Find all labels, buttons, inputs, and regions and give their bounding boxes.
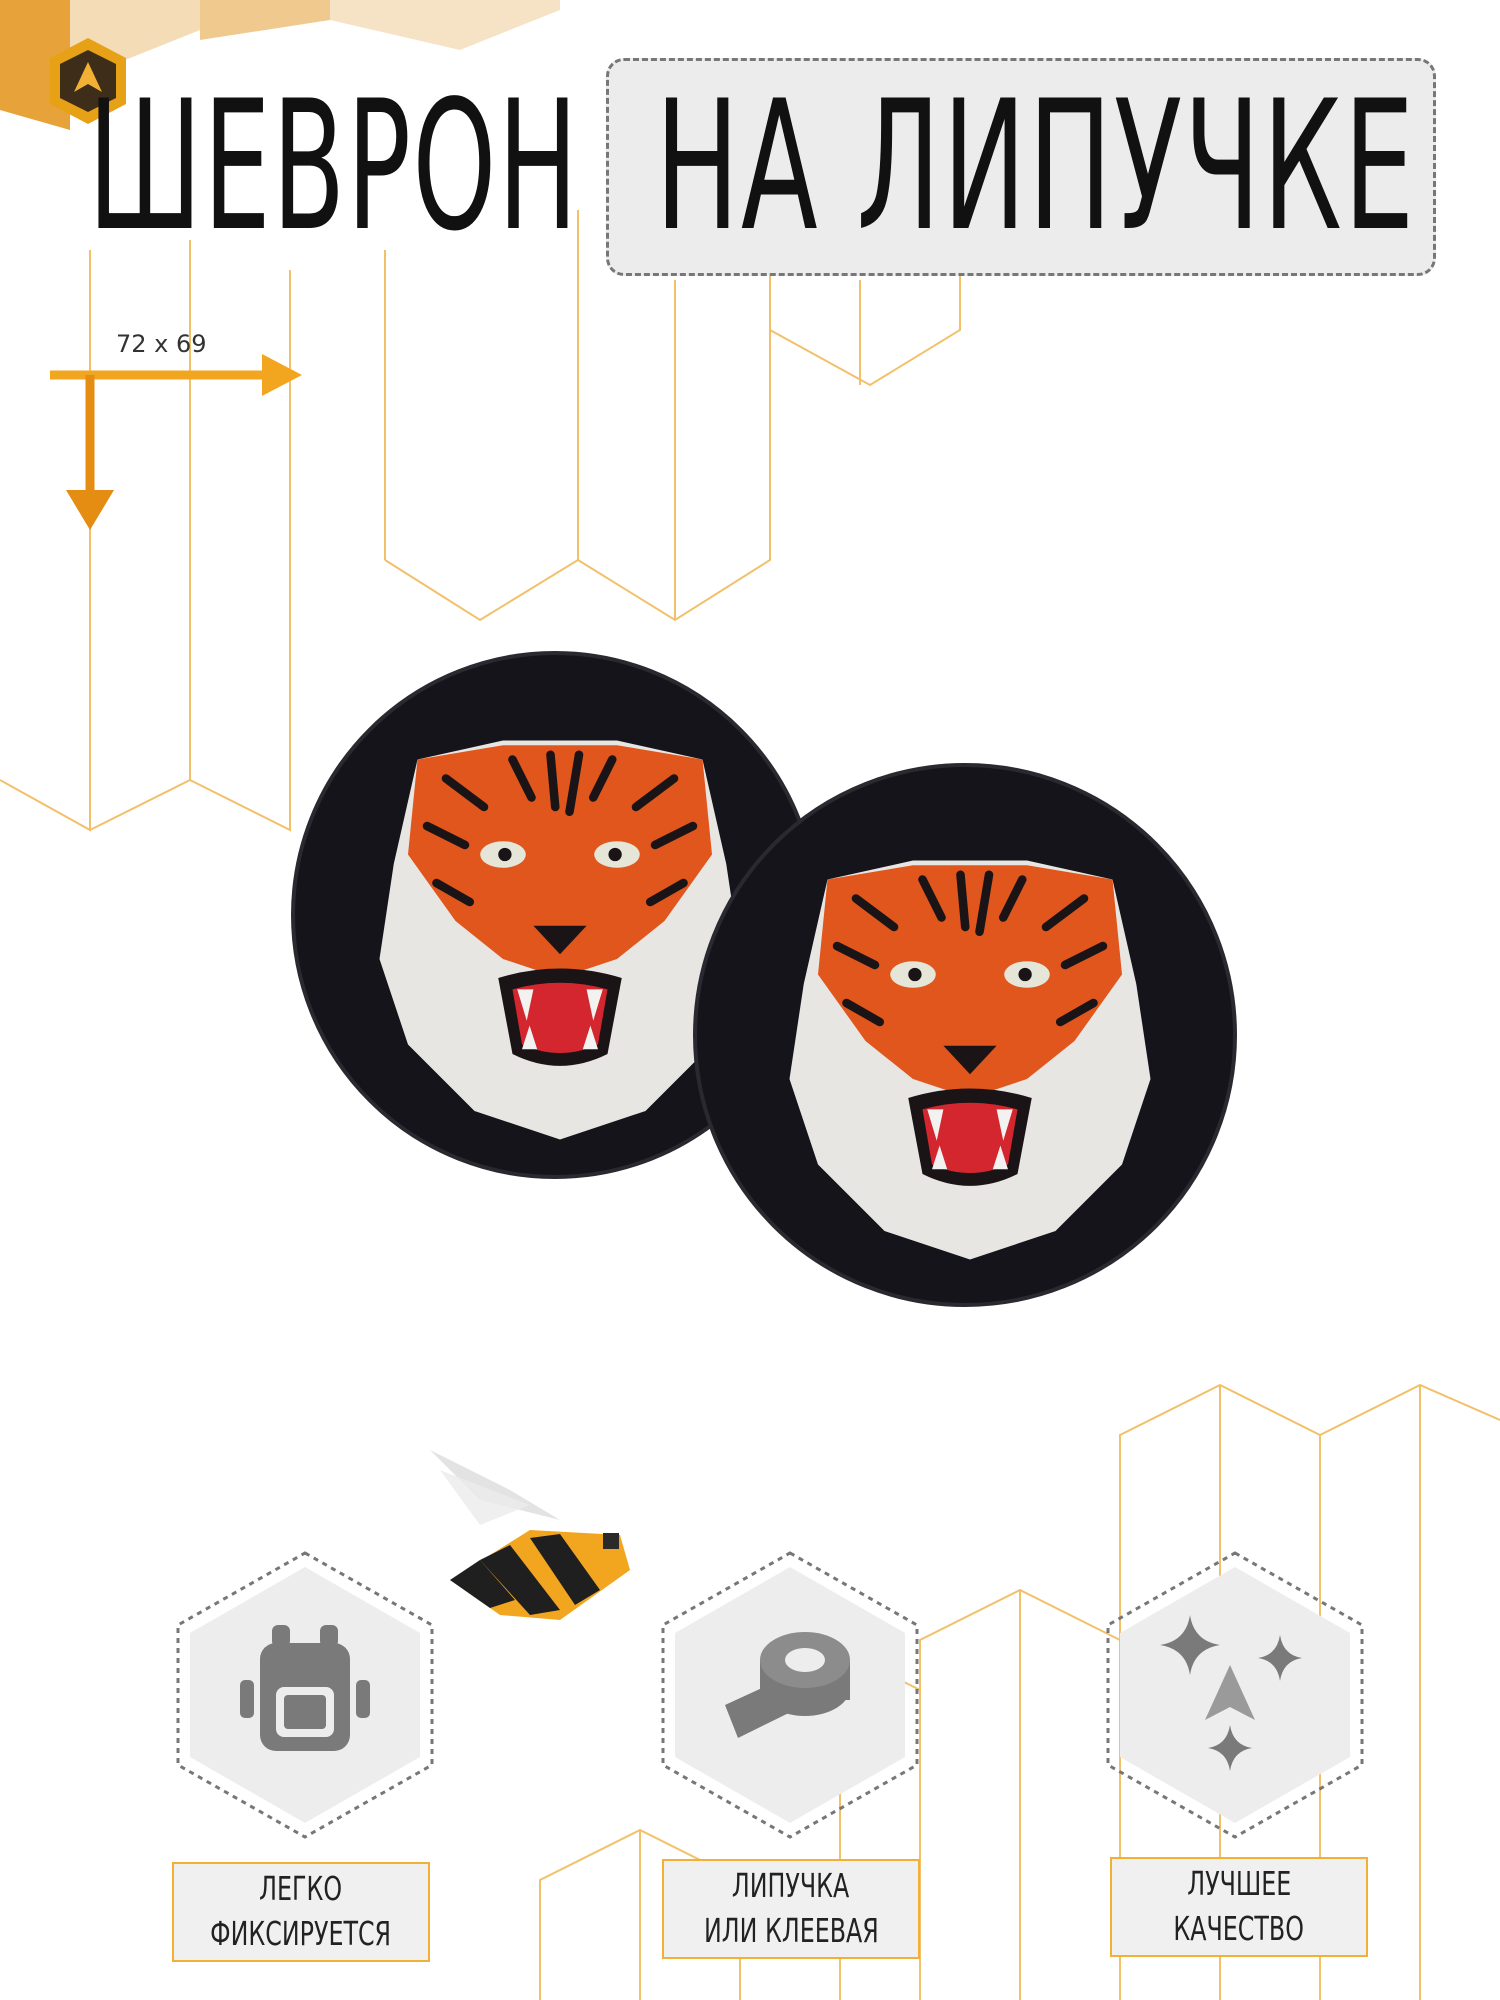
title-word-chevron: ШЕВРОН bbox=[88, 62, 580, 271]
tape-roll-icon bbox=[725, 1632, 850, 1738]
sparkle-quality-icon bbox=[1160, 1615, 1302, 1771]
backpack-icon bbox=[240, 1625, 370, 1751]
feature-label-velcro: ЛИПУЧКА ИЛИ КЛЕЕВАЯ bbox=[662, 1859, 920, 1959]
tiger-patch-right bbox=[693, 763, 1237, 1307]
size-arrows-icon bbox=[50, 354, 302, 530]
feature-label-easy-fix: ЛЕГКО ФИКСИРУЕТСЯ bbox=[172, 1862, 430, 1962]
feature-label-line1: ЛЕГКО bbox=[259, 1869, 343, 1909]
title-word-velcro: НА ЛИПУЧКЕ bbox=[655, 62, 1416, 271]
feature-label-line2: КАЧЕСТВО bbox=[1173, 1909, 1305, 1948]
bee-icon bbox=[430, 1450, 630, 1620]
feature-label-line1: ЛИПУЧКА bbox=[732, 1866, 850, 1906]
feature-label-line2: ФИКСИРУЕТСЯ bbox=[210, 1914, 392, 1953]
feature-label-line1: ЛУЧШЕЕ bbox=[1186, 1864, 1292, 1904]
feature-label-quality: ЛУЧШЕЕ КАЧЕСТВО bbox=[1110, 1857, 1368, 1957]
tiger-patches-image bbox=[291, 651, 1237, 1307]
feature-label-line2: ИЛИ КЛЕЕВАЯ bbox=[703, 1911, 879, 1950]
